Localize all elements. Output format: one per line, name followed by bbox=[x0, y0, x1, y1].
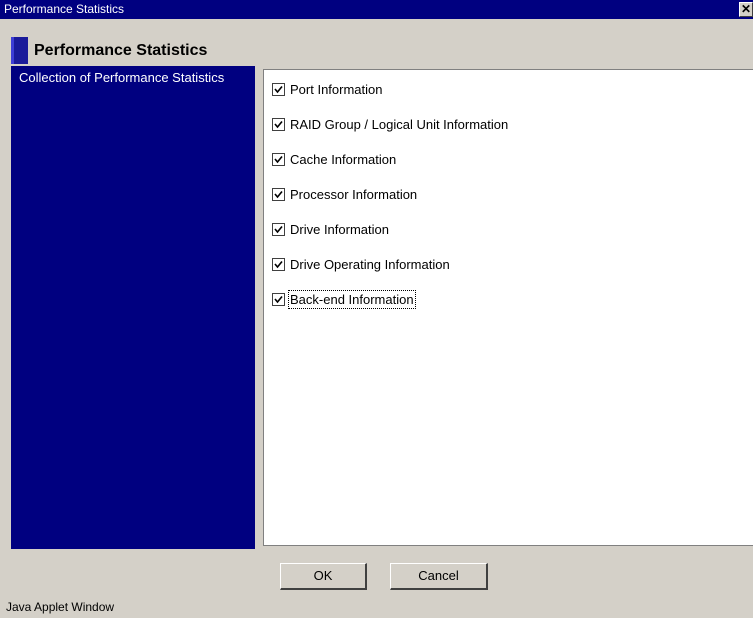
check-icon bbox=[274, 120, 283, 128]
checkbox-box[interactable] bbox=[272, 257, 285, 271]
checkbox-cache-information[interactable]: Cache Information bbox=[272, 150, 396, 168]
checkbox-processor-information[interactable]: Processor Information bbox=[272, 185, 417, 203]
sidebar-item-collection[interactable]: Collection of Performance Statistics bbox=[19, 70, 255, 85]
ok-button[interactable]: OK bbox=[280, 563, 367, 590]
checkbox-label: Back-end Information bbox=[288, 289, 416, 309]
checkbox-port-information[interactable]: Port Information bbox=[272, 80, 383, 98]
check-icon bbox=[274, 225, 283, 233]
checkbox-label: RAID Group / Logical Unit Information bbox=[290, 116, 509, 132]
cancel-button[interactable]: Cancel bbox=[390, 563, 488, 590]
checkbox-drive-operating-information[interactable]: Drive Operating Information bbox=[272, 255, 450, 273]
check-icon bbox=[274, 260, 283, 268]
checkbox-label: Port Information bbox=[290, 81, 383, 97]
checkbox-box[interactable] bbox=[272, 292, 285, 306]
check-icon bbox=[274, 295, 283, 303]
check-icon bbox=[274, 190, 283, 198]
checkbox-box[interactable] bbox=[272, 152, 285, 166]
check-icon bbox=[274, 155, 283, 163]
page-title: Performance Statistics bbox=[34, 42, 208, 59]
window-title: Performance Statistics bbox=[4, 2, 125, 16]
check-icon bbox=[274, 85, 283, 93]
dialog-window: Performance Statistics ✕ Performance Sta… bbox=[0, 0, 753, 618]
checkbox-box[interactable] bbox=[272, 187, 285, 201]
options-panel: Port Information RAID Group / Logical Un… bbox=[263, 69, 753, 546]
close-icon: ✕ bbox=[740, 2, 752, 16]
header-band: Performance Statistics bbox=[0, 37, 753, 65]
checkbox-label: Drive Information bbox=[290, 221, 389, 237]
checkbox-label: Cache Information bbox=[290, 151, 397, 167]
checkbox-drive-information[interactable]: Drive Information bbox=[272, 220, 389, 238]
checkbox-box[interactable] bbox=[272, 82, 285, 96]
title-bar[interactable]: Performance Statistics ✕ bbox=[0, 0, 753, 19]
checkbox-label: Processor Information bbox=[290, 186, 418, 202]
sidebar: Collection of Performance Statistics bbox=[11, 66, 255, 549]
checkbox-box[interactable] bbox=[272, 222, 285, 236]
close-button[interactable]: ✕ bbox=[739, 2, 753, 17]
checkbox-raid-group-logical-unit-information[interactable]: RAID Group / Logical Unit Information bbox=[272, 115, 508, 133]
header-accent-bar bbox=[11, 37, 28, 64]
checkbox-label: Drive Operating Information bbox=[290, 256, 450, 272]
checkbox-box[interactable] bbox=[272, 117, 285, 131]
checkbox-back-end-information[interactable]: Back-end Information bbox=[272, 289, 416, 309]
status-bar-text: Java Applet Window bbox=[6, 600, 115, 614]
